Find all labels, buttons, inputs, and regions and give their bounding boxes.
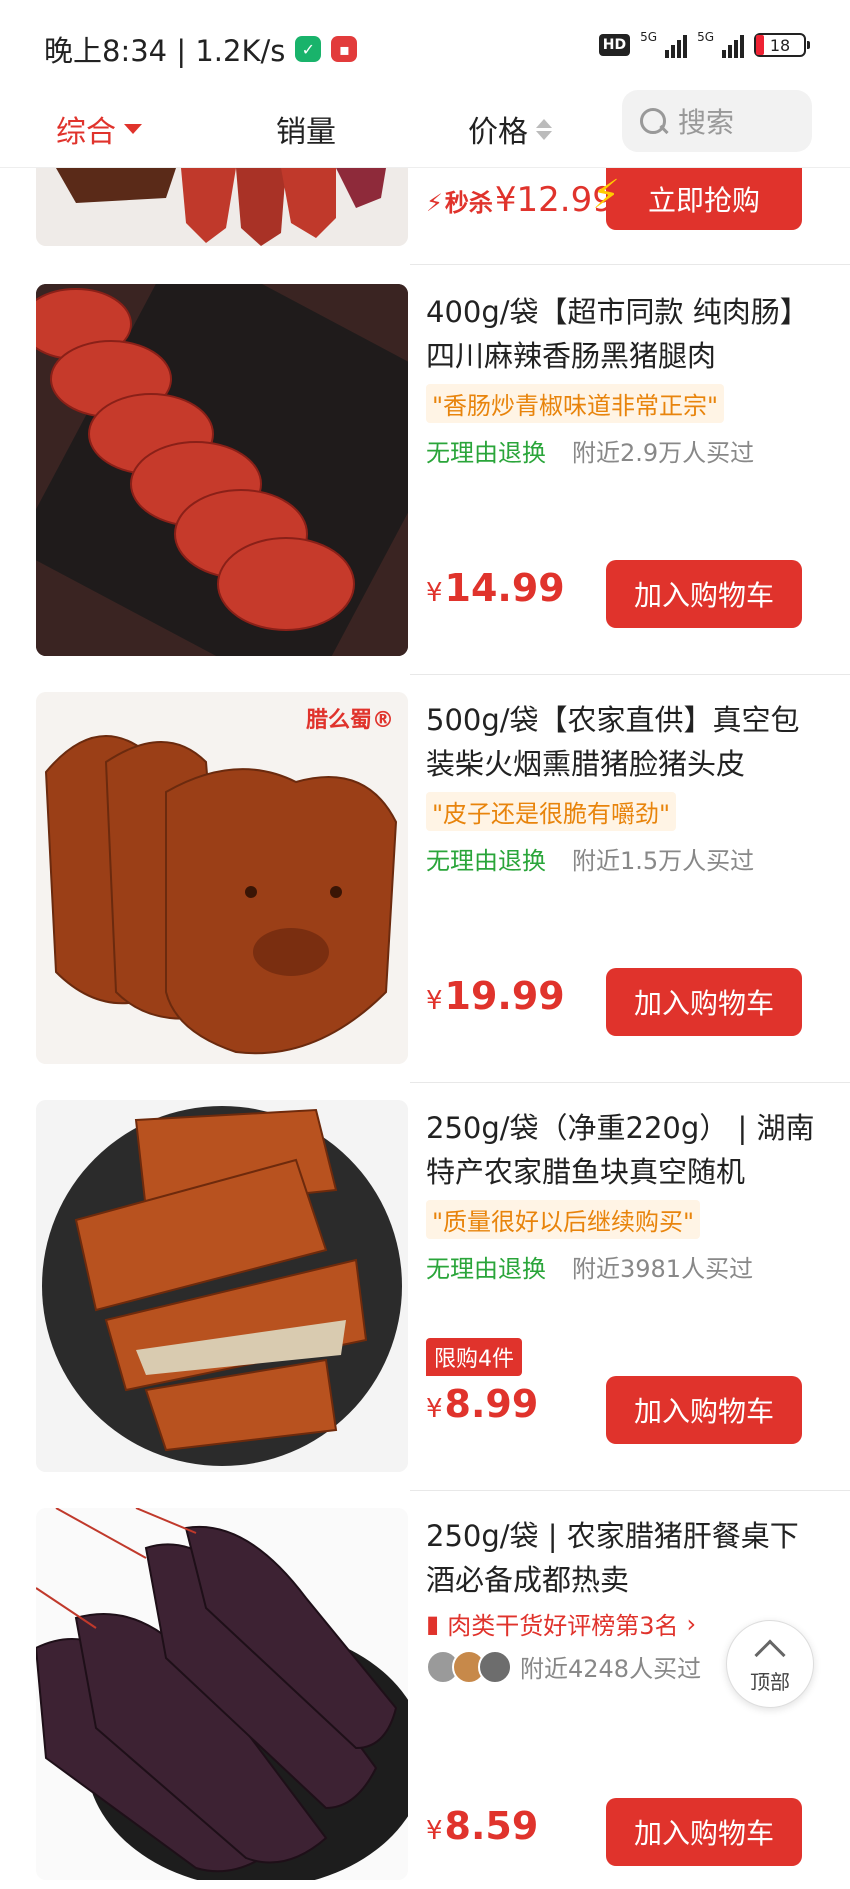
sold-count: 附近2.9万人买过	[572, 439, 755, 467]
product-card[interactable]: 250g/袋（净重220g） | 湖南特产农家腊鱼块真空随机 "质量很好以后继续…	[36, 1100, 850, 1472]
add-to-cart-button[interactable]: 加入购物车	[606, 968, 802, 1036]
product-price: ¥14.99	[426, 566, 565, 610]
currency-symbol: ¥	[426, 986, 443, 1016]
lightning-badge-icon: ⚡	[592, 172, 621, 218]
product-meta: 无理由退换 附近3981人买过	[426, 1249, 826, 1284]
5g-label: 5G	[640, 30, 658, 44]
sold-count: 附近3981人买过	[572, 1255, 754, 1283]
5g-label-2: 5G	[697, 30, 714, 44]
flash-info: ⚡ 秒杀 ¥12.99 ⚡ 立即抢购	[426, 168, 826, 246]
divider	[410, 1082, 850, 1083]
add-to-cart-button[interactable]: 加入购物车	[606, 1376, 802, 1444]
buy-now-label: 立即抢购	[647, 184, 760, 217]
product-image	[36, 1100, 408, 1472]
lightning-icon: ⚡	[426, 189, 443, 217]
product-title: 250g/袋（净重220g） | 湖南特产农家腊鱼块真空随机	[426, 1111, 815, 1189]
sold-count: 附近4248人买过	[520, 1655, 702, 1683]
search-box[interactable]: 搜索	[622, 90, 812, 152]
app-notification-icon: ▪	[331, 36, 358, 62]
sausage-image	[36, 284, 408, 656]
price-value: 8.99	[444, 1382, 539, 1426]
sort-tab-price[interactable]: 价格	[468, 90, 552, 168]
battery-level: 18	[769, 35, 791, 55]
pork-liver-image	[36, 1508, 408, 1880]
product-info: 500g/袋【农家直供】真空包装柴火烟熏腊猪脸猪头皮 "皮子还是很脆有嚼劲" 无…	[426, 692, 826, 1064]
product-card[interactable]: 腊么蜀® 500g/袋【农家直供】真空包装柴火烟熏腊猪脸猪头皮 "皮子还是很脆有…	[36, 692, 850, 1064]
product-title: 250g/袋 | 农家腊猪肝餐桌下酒必备成都热卖	[426, 1519, 799, 1597]
signal-icon	[665, 32, 688, 58]
pig-face-image	[36, 692, 408, 1064]
back-to-top-button[interactable]: 顶部	[726, 1620, 814, 1708]
status-time: 晚上8:34 | 1.2K/s	[44, 34, 286, 68]
ranking-chart-icon: ▮	[426, 1609, 440, 1638]
currency-symbol: ¥	[426, 1816, 443, 1846]
product-card[interactable]: 250g/袋 | 农家腊猪肝餐桌下酒必备成都热卖 ▮ 肉类干货好评榜第3名 › …	[36, 1508, 850, 1880]
product-meta: 无理由退换 附近2.9万人买过	[426, 433, 826, 468]
status-right: HD 5G 5G 18	[598, 30, 810, 58]
add-to-cart-button[interactable]: 加入购物车	[606, 560, 802, 628]
signal-icon-2	[722, 32, 744, 58]
battery-icon: 18	[754, 33, 810, 57]
sort-tab-sales[interactable]: 销量	[276, 90, 336, 168]
product-price: ¥8.59	[426, 1804, 538, 1848]
divider	[410, 264, 850, 265]
product-price: ¥8.99	[426, 1382, 538, 1426]
return-policy: 无理由退换	[426, 847, 546, 875]
search-placeholder: 搜索	[678, 106, 735, 139]
add-to-cart-button[interactable]: 加入购物车	[606, 1798, 802, 1866]
review-quote: "皮子还是很脆有嚼劲"	[426, 792, 677, 831]
sort-tab-comprehensive[interactable]: 综合	[56, 90, 142, 168]
sort-arrows-icon	[536, 118, 552, 140]
product-price: ¥19.99	[426, 974, 565, 1018]
product-meta: 无理由退换 附近1.5万人买过	[426, 841, 826, 876]
status-left: 晚上8:34 | 1.2K/s ✓ ▪	[44, 28, 358, 70]
product-card[interactable]: 400g/袋【超市同款 纯肉肠】四川麻辣香肠黑猪腿肉 "香肠炒青椒味道非常正宗"…	[36, 284, 850, 656]
product-image	[36, 168, 408, 246]
currency-symbol: ¥	[426, 1394, 443, 1424]
price-value: 19.99	[444, 974, 565, 1018]
fish-image	[36, 1100, 408, 1472]
price-value: 14.99	[444, 566, 565, 610]
product-info: 250g/袋（净重220g） | 湖南特产农家腊鱼块真空随机 "质量很好以后继续…	[426, 1100, 826, 1472]
product-title: 400g/袋【超市同款 纯肉肠】四川麻辣香肠黑猪腿肉	[426, 295, 809, 373]
review-quote: "质量很好以后继续购买"	[426, 1200, 701, 1239]
price-value: 8.59	[444, 1804, 539, 1848]
buy-now-button[interactable]: ⚡ 立即抢购	[592, 168, 802, 230]
buyer-avatars	[426, 1649, 512, 1684]
sliced-meat-image	[36, 168, 408, 246]
shield-icon: ✓	[295, 36, 322, 62]
flash-price-row: ⚡ 秒杀 ¥12.99	[426, 180, 614, 220]
divider	[410, 674, 850, 675]
product-title: 500g/袋【农家直供】真空包装柴火烟熏腊猪脸猪头皮	[426, 703, 800, 781]
return-policy: 无理由退换	[426, 1255, 546, 1283]
caret-down-icon	[124, 124, 142, 134]
avatar	[478, 1649, 512, 1684]
divider	[410, 1490, 850, 1491]
return-policy: 无理由退换	[426, 439, 546, 467]
product-image	[36, 284, 408, 656]
search-icon	[638, 106, 668, 136]
ranking-text: 肉类干货好评榜第3名	[447, 1612, 679, 1640]
sort-tab-label: 价格	[468, 115, 528, 150]
flash-label: 秒杀	[444, 189, 493, 217]
sort-tab-label: 销量	[276, 115, 336, 150]
review-quote: "香肠炒青椒味道非常正宗"	[426, 384, 725, 423]
purchase-limit-badge: 限购4件	[426, 1338, 522, 1376]
product-image	[36, 1508, 408, 1880]
sold-count: 附近1.5万人买过	[572, 847, 755, 875]
currency-symbol: ¥	[426, 578, 443, 608]
sort-tab-label: 综合	[56, 115, 116, 150]
product-image: 腊么蜀®	[36, 692, 408, 1064]
product-info: 400g/袋【超市同款 纯肉肠】四川麻辣香肠黑猪腿肉 "香肠炒青椒味道非常正宗"…	[426, 284, 826, 656]
chevron-right-icon: ›	[686, 1609, 697, 1638]
status-bar: 晚上8:34 | 1.2K/s ✓ ▪ HD 5G 5G 18	[0, 0, 850, 90]
hd-icon: HD	[598, 34, 631, 56]
flash-sale-card[interactable]: ⚡ 秒杀 ¥12.99 ⚡ 立即抢购	[36, 168, 850, 248]
brand-logo: 腊么蜀®	[305, 708, 394, 733]
